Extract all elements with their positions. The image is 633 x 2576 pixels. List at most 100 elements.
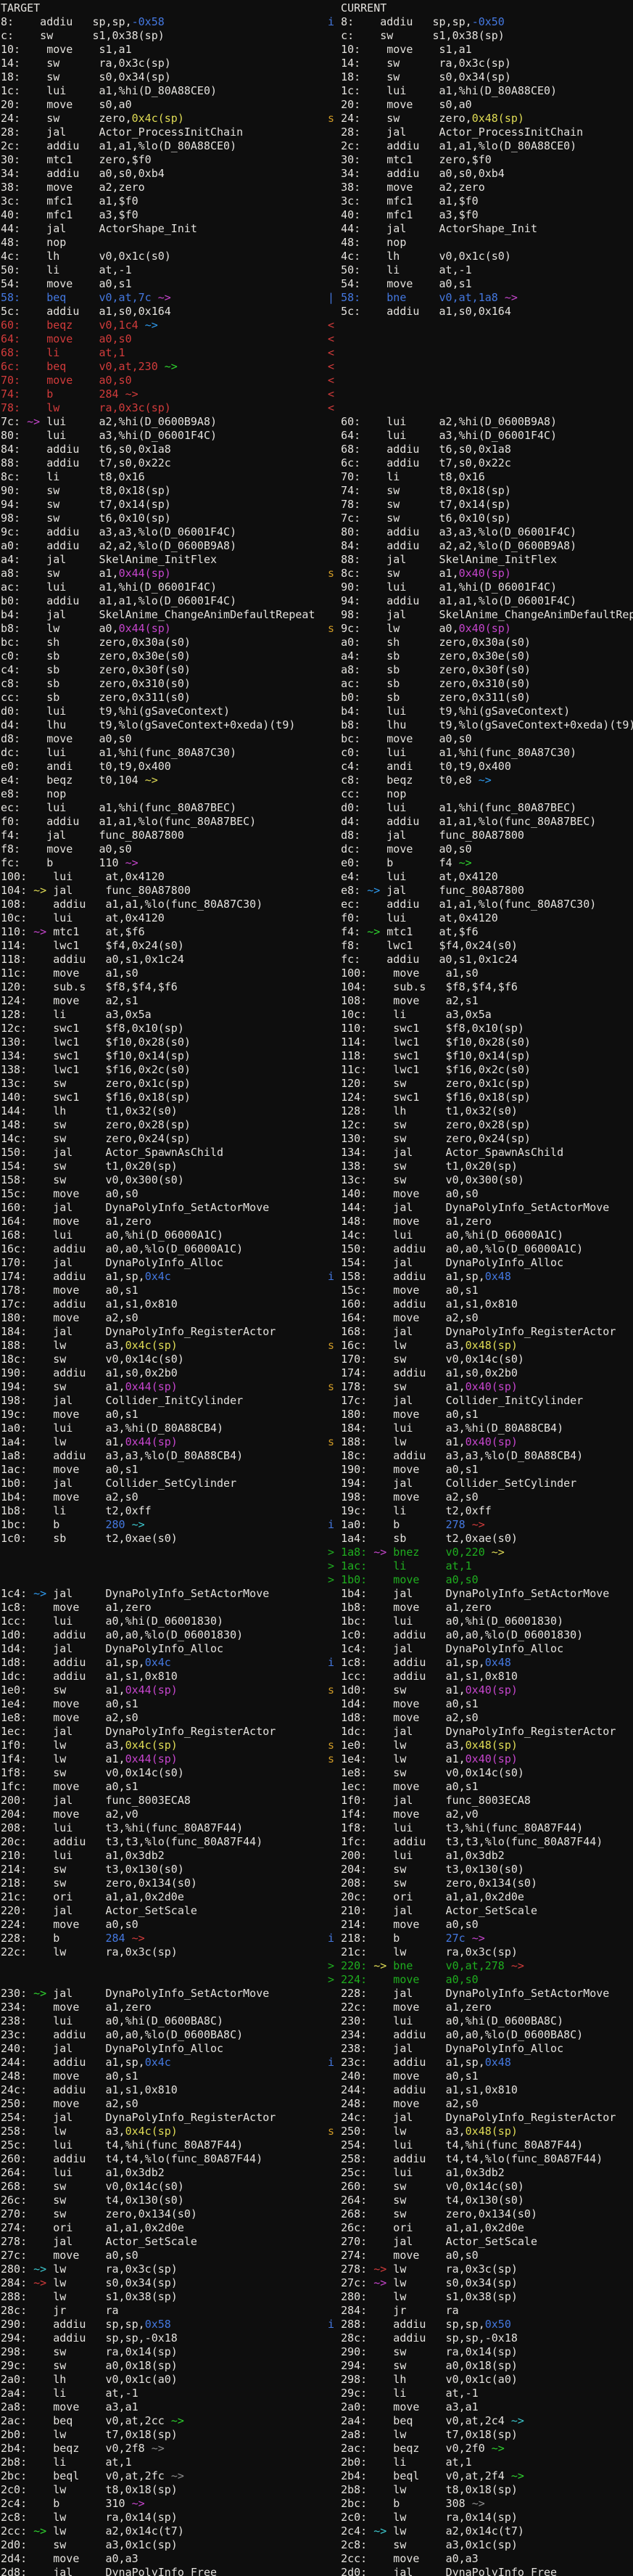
- asm-text-segment: a3,: [446, 1339, 466, 1352]
- target-line: bc: sh zero,0x30a(s0): [1, 636, 328, 649]
- asm-text-segment: addiu: [46, 1628, 105, 1641]
- current-line: 120: sw zero,0x1c(sp): [328, 1077, 633, 1091]
- asm-text-segment: [334, 898, 341, 911]
- asm-text-segment: $f16,0x2c(s0): [446, 1063, 531, 1076]
- asm-text-segment: [334, 1228, 341, 1242]
- asm-text-segment: at,0x4120: [439, 911, 498, 924]
- asm-text-segment: a4:: [341, 649, 367, 663]
- asm-text-segment: sw: [40, 112, 99, 125]
- asm-text-segment: addiu: [46, 953, 105, 966]
- asm-text-segment: 1c8:: [1, 1601, 33, 1614]
- asm-text-segment: 19c:: [1, 1408, 33, 1421]
- current-line: 10c: li a3,0x5a: [328, 1008, 633, 1022]
- asm-text-segment: Actor_SpawnAsChild: [446, 1146, 564, 1159]
- asm-text-segment: lui: [40, 746, 99, 759]
- asm-text-segment: c:: [341, 29, 360, 42]
- asm-text-segment: [27, 829, 40, 842]
- asm-text-segment: <: [328, 401, 334, 414]
- asm-text-segment: 164:: [1, 1215, 33, 1228]
- current-line: <: [328, 332, 633, 346]
- asm-text-segment: sw: [33, 29, 92, 42]
- asm-text-segment: a0,s1,0x1c24: [106, 953, 184, 966]
- asm-text-segment: 18c:: [341, 1449, 373, 1462]
- asm-text-segment: 2c4:: [341, 2524, 373, 2538]
- asm-text-segment: lui: [40, 705, 99, 718]
- asm-text-segment: 90:: [1, 484, 27, 497]
- asm-text-segment: ~>: [158, 291, 171, 304]
- asm-text-segment: [33, 911, 46, 924]
- target-line: 248: move a0,s1: [1, 2070, 328, 2083]
- asm-text-segment: $f16,0x18(sp): [106, 1091, 191, 1104]
- asm-text-segment: sw: [386, 1863, 445, 1876]
- asm-text-segment: [373, 1601, 386, 1614]
- asm-text-segment: [33, 2428, 46, 2441]
- current-line: b0: sb zero,0x311(s0): [328, 691, 633, 705]
- asm-text-segment: [498, 291, 505, 304]
- asm-text-segment: 180:: [1, 1311, 33, 1324]
- diff-row: > 224: move a0,s0: [1, 1973, 633, 1987]
- current-line: s 178: sw a1,0x40(sp): [328, 1380, 633, 1394]
- asm-text-segment: 198:: [1, 1394, 33, 1407]
- asm-text-segment: 0x48(sp): [466, 1739, 518, 1752]
- asm-text-segment: b4:: [341, 705, 367, 718]
- current-line: e0: b f4 ~>: [328, 856, 633, 870]
- asm-text-segment: lh: [46, 1104, 105, 1117]
- current-line: 1d4: move a0,s1: [328, 1697, 633, 1711]
- diff-row: 34: addiu a0,s0,0xb4 34: addiu a0,s0,0xb…: [1, 167, 633, 181]
- asm-text-segment: sb: [380, 649, 439, 663]
- asm-text-segment: 14c:: [341, 1228, 373, 1242]
- asm-text-segment: f8:: [1, 842, 27, 856]
- current-line: 198: move a2,s0: [328, 1490, 633, 1504]
- asm-text-segment: 64:: [341, 429, 367, 442]
- asm-text-segment: a0,: [99, 622, 118, 635]
- asm-text-segment: a2,a2,%lo(D_0600B9A8): [99, 539, 236, 552]
- diff-row: 6c: beq v0,at,230 ~><: [1, 360, 633, 374]
- asm-text-segment: b: [380, 856, 439, 869]
- target-line: 2c4: b 310 ~>: [1, 2497, 328, 2511]
- asm-text-segment: v0,at,1a8: [439, 291, 498, 304]
- asm-text-segment: [334, 1077, 341, 1090]
- asm-text-segment: 268:: [1, 2180, 33, 2193]
- asm-text-segment: [328, 2097, 334, 2110]
- asm-text-segment: lui: [380, 801, 439, 814]
- asm-diff-terminal[interactable]: TARGET CURRENT8: addiu sp,sp,-0x58i 8: a…: [0, 0, 633, 2576]
- diff-row: 244: addiu a1,sp,0x4ci 23c: addiu a1,sp,…: [1, 2056, 633, 2070]
- asm-text-segment: 27c:: [1, 2249, 33, 2262]
- target-line: 2b4: beqz v0,2f8 ~>: [1, 2442, 328, 2456]
- asm-text-segment: sw: [386, 2180, 445, 2193]
- asm-text-segment: [27, 718, 40, 731]
- asm-text-segment: [328, 1091, 334, 1104]
- asm-text-segment: lui: [386, 1422, 445, 1435]
- asm-text-segment: 26c:: [1, 2194, 33, 2207]
- asm-text-segment: [334, 346, 341, 359]
- asm-text-segment: [33, 1808, 46, 1821]
- asm-text-segment: [20, 29, 33, 42]
- asm-text-segment: nop: [40, 787, 99, 800]
- asm-text-segment: 2c0:: [341, 2511, 373, 2524]
- asm-text-segment: lw: [46, 2483, 105, 2496]
- asm-text-segment: 2cc:: [341, 2552, 373, 2565]
- asm-text-segment: a0,a0,%lo(D_06001830): [446, 1628, 584, 1641]
- asm-text-segment: addiu: [386, 2318, 445, 2331]
- diff-row: 138: lwc1 $f16,0x2c(s0) 11c: lwc1 $f16,0…: [1, 1063, 633, 1077]
- asm-text-segment: jal: [386, 1325, 445, 1338]
- asm-text-segment: [27, 319, 40, 332]
- asm-text-segment: [328, 2400, 334, 2413]
- asm-text-segment: 2b4:: [1, 2442, 33, 2455]
- diff-row: 218: sw zero,0x134(s0) 208: sw zero,0x13…: [1, 1876, 633, 1890]
- current-line: a8: sb zero,0x30f(s0): [328, 663, 633, 677]
- asm-text-segment: [373, 2552, 386, 2565]
- current-line: 2c: addiu a1,a1,%lo(D_80A88CE0): [328, 139, 633, 153]
- asm-text-segment: 120:: [1, 980, 33, 993]
- asm-text-segment: a0,a0,%lo(D_06000A1C): [106, 1242, 244, 1255]
- asm-text-segment: lw: [46, 2428, 105, 2441]
- asm-text-segment: i: [328, 1518, 334, 1531]
- asm-text-segment: [334, 84, 341, 97]
- asm-text-segment: beqz: [46, 2442, 105, 2455]
- asm-text-segment: [367, 194, 380, 208]
- asm-text-segment: [328, 2373, 334, 2386]
- asm-text-segment: sub.s: [386, 980, 445, 993]
- asm-text-segment: a0,s0: [439, 842, 472, 856]
- asm-text-segment: addiu: [380, 815, 439, 828]
- asm-text-segment: [328, 1725, 334, 1738]
